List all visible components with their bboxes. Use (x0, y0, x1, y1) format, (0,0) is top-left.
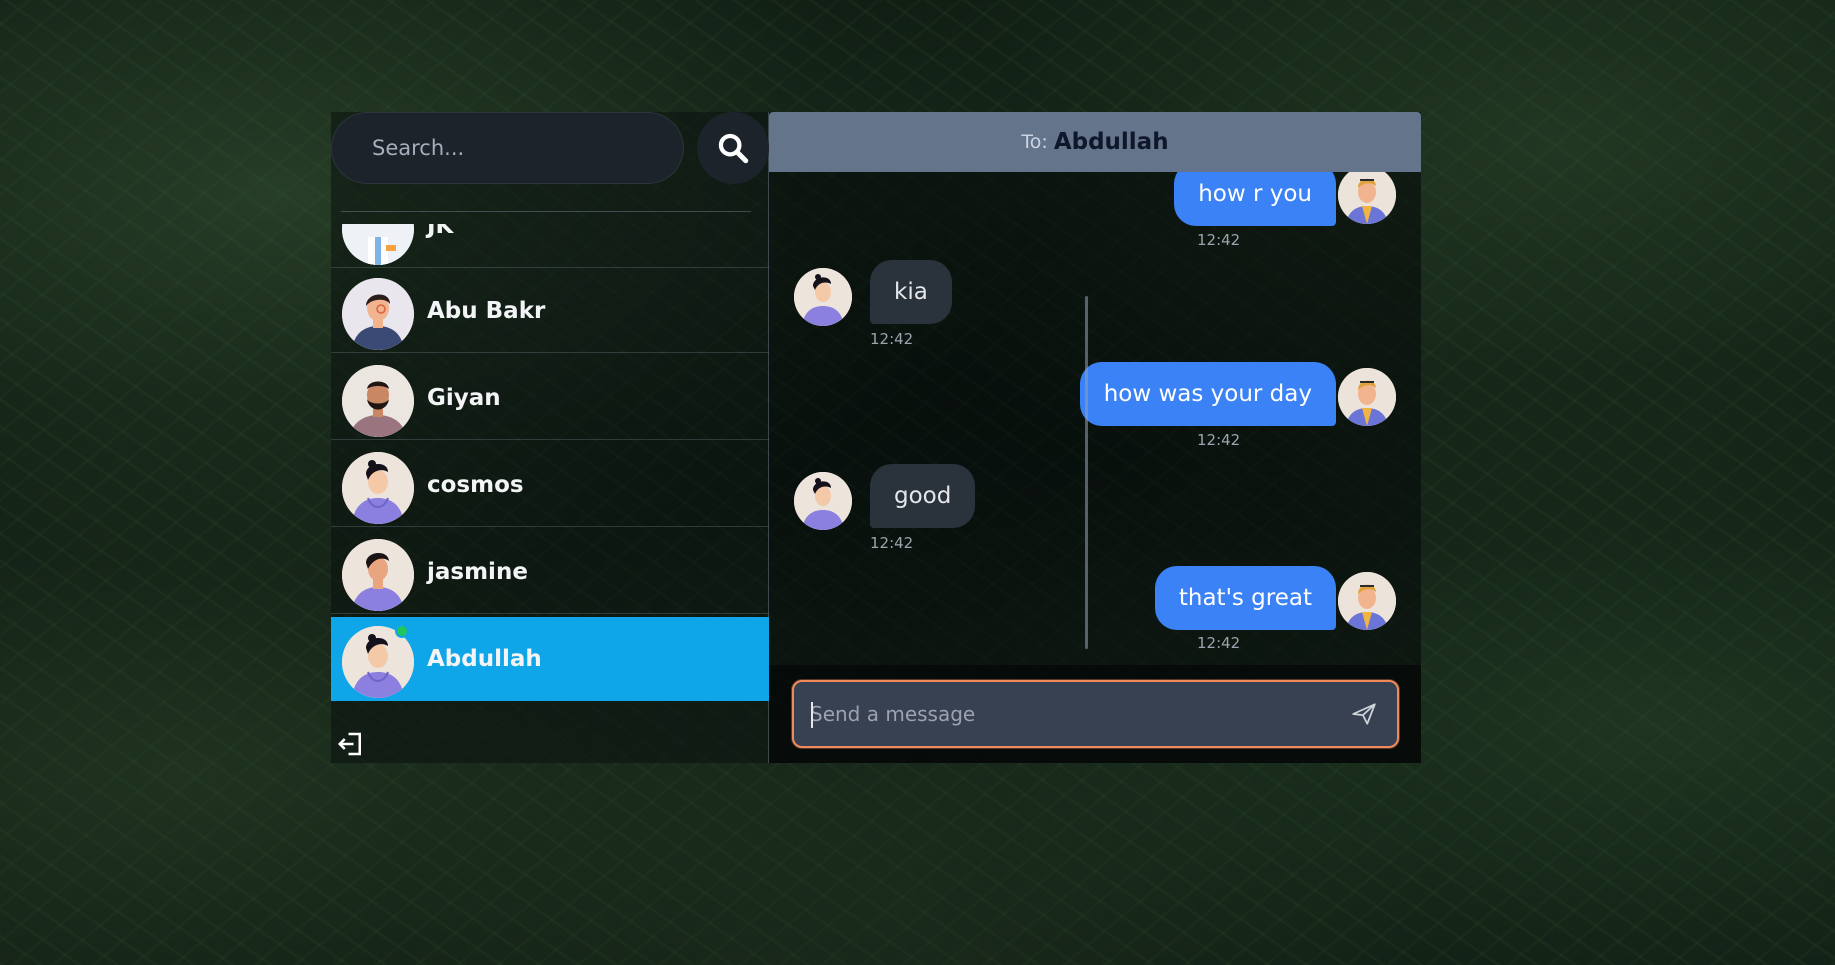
search-button[interactable] (697, 112, 769, 184)
send-icon (1352, 703, 1376, 725)
logout-button[interactable] (335, 728, 367, 760)
message-bubble: how was your day (1079, 362, 1336, 426)
recipient-name: Abdullah (1053, 129, 1169, 155)
message-time: 12:42 (1197, 634, 1241, 652)
avatar (342, 452, 414, 524)
avatar (342, 365, 414, 437)
conversation-name: Giyan (427, 384, 501, 411)
chat-panel: To: Abdullah how r you 12:42 kia 12:42 h… (769, 112, 1421, 763)
message-time: 12:42 (1197, 431, 1241, 449)
avatar (794, 268, 852, 326)
message-scrollbar[interactable] (1085, 296, 1088, 649)
sidebar: JK Abu Bakr (331, 112, 769, 763)
avatar (1338, 172, 1396, 224)
to-label: To: (1021, 131, 1048, 153)
message-bubble: good (870, 464, 976, 528)
send-button[interactable] (1346, 696, 1382, 732)
conversation-list: JK Abu Bakr Giyan cosmos jasmine Abdulla… (331, 224, 769, 712)
avatar (794, 472, 852, 530)
message-time: 12:42 (870, 534, 914, 552)
conversation-item[interactable]: jasmine (331, 530, 769, 614)
message-bubble: how r you (1174, 172, 1336, 226)
message-input[interactable] (794, 682, 1334, 746)
message-time: 12:42 (870, 330, 914, 348)
logout-icon (337, 732, 361, 756)
message-composer (792, 680, 1399, 748)
message-outgoing: that's great 12:42 (769, 566, 1421, 656)
avatar (1338, 368, 1396, 426)
search-input[interactable] (331, 112, 684, 184)
message-outgoing: how r you 12:42 (769, 172, 1421, 262)
conversation-item[interactable]: cosmos (331, 443, 769, 527)
conversation-name: Abdullah (427, 646, 542, 672)
divider (341, 211, 751, 212)
text-caret (811, 702, 813, 728)
avatar (342, 224, 414, 265)
search-icon (718, 133, 749, 164)
avatar (342, 278, 414, 350)
message-bubble: that's great (1154, 566, 1336, 630)
avatar (342, 539, 414, 611)
conversation-item[interactable]: JK (331, 224, 769, 268)
conversation-name: jasmine (427, 558, 528, 585)
chat-header: To: Abdullah (769, 112, 1421, 172)
avatar (1338, 572, 1396, 630)
message-incoming: kia 12:42 (769, 260, 1421, 350)
conversation-item-active[interactable]: Abdullah (331, 617, 769, 701)
conversation-name: Abu Bakr (427, 297, 546, 324)
message-time: 12:42 (1197, 231, 1241, 249)
online-indicator (395, 624, 409, 638)
conversation-item[interactable]: Giyan (331, 356, 769, 440)
conversation-name: cosmos (427, 471, 524, 498)
conversation-name: JK (427, 224, 454, 239)
message-bubble: kia (870, 260, 952, 324)
search-form (331, 112, 769, 186)
chat-app: JK Abu Bakr (331, 112, 1421, 763)
message-outgoing: how was your day 12:42 (769, 362, 1421, 452)
message-incoming: good 12:42 (769, 464, 1421, 554)
conversation-item[interactable]: Abu Bakr (331, 269, 769, 353)
